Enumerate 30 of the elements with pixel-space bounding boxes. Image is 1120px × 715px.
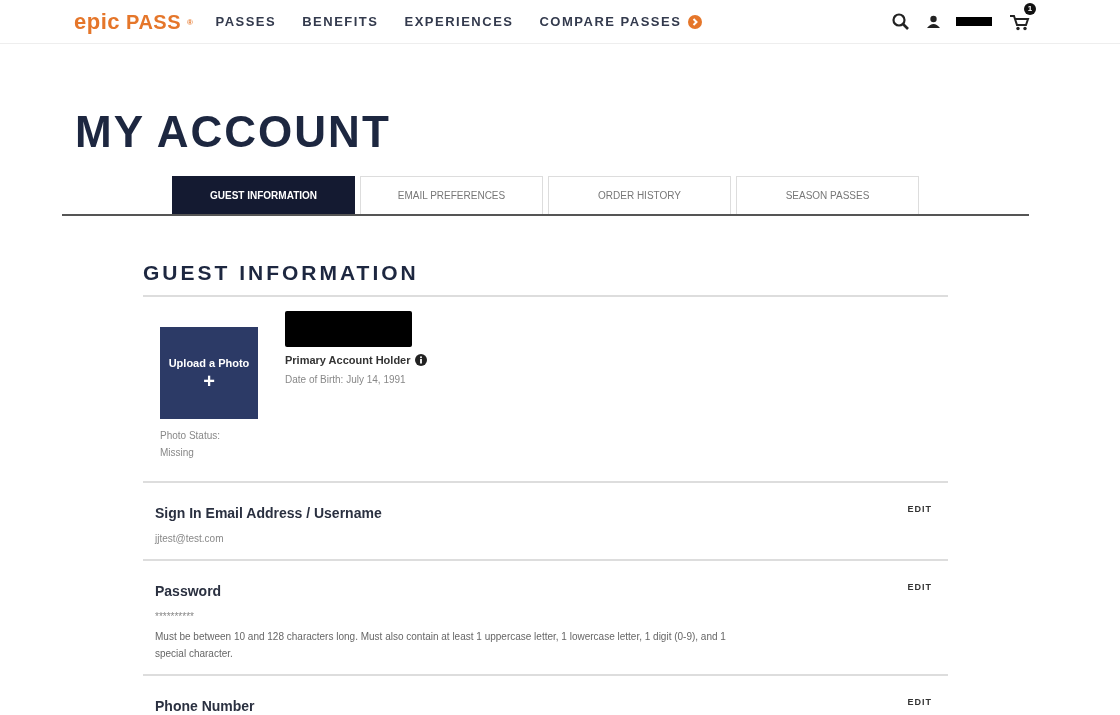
tab[interactable]: SEASON PASSES — [736, 176, 919, 214]
field-value: jjtest@test.com — [155, 532, 225, 547]
section-title: GUEST INFORMATION — [143, 260, 948, 298]
search-icon[interactable] — [892, 13, 909, 30]
nav-link[interactable]: PASSES — [215, 11, 277, 32]
edit-button[interactable]: EDIT — [907, 503, 932, 517]
user-icon[interactable] — [927, 15, 940, 28]
nav-link[interactable]: BENEFITS — [302, 11, 379, 32]
birth-date: Date of Birth: July 14, 1991 — [285, 372, 407, 387]
field-hint: Must be between 10 and 128 characters long. Must also contain at least 1 uppercase letter, 1 lowercase letter, 1 digit (0-9), and 1 special character. — [155, 630, 727, 662]
tab[interactable]: EMAIL PREFERENCES — [360, 176, 543, 214]
nav-link[interactable]: EXPERIENCES — [404, 11, 514, 32]
cart-icon[interactable] — [1010, 13, 1030, 31]
tab[interactable]: GUEST INFORMATION — [172, 176, 355, 214]
edit-button[interactable]: EDIT — [907, 696, 932, 710]
nav-link[interactable]: COMPARE PASSES — [539, 11, 703, 32]
page-title: MY ACCOUNT — [75, 110, 392, 154]
field-label: Sign In Email Address / Username — [155, 504, 382, 524]
field-label: Password — [155, 582, 223, 602]
cart-count-badge: 1 — [1024, 2, 1036, 15]
account-role: Primary Account Holder — [285, 353, 411, 369]
tab[interactable]: ORDER HISTORY — [548, 176, 731, 214]
info-icon[interactable] — [414, 354, 427, 367]
photo-status-label: Photo Status: — [160, 429, 222, 444]
edit-button[interactable]: EDIT — [907, 581, 932, 595]
field-label: Phone Number — [155, 697, 255, 715]
redacted-block — [956, 17, 992, 26]
upload-photo-button[interactable]: Upload a Photo + — [160, 327, 258, 420]
field-value: ********** — [155, 610, 195, 625]
photo-status-value: Missing — [160, 446, 195, 461]
